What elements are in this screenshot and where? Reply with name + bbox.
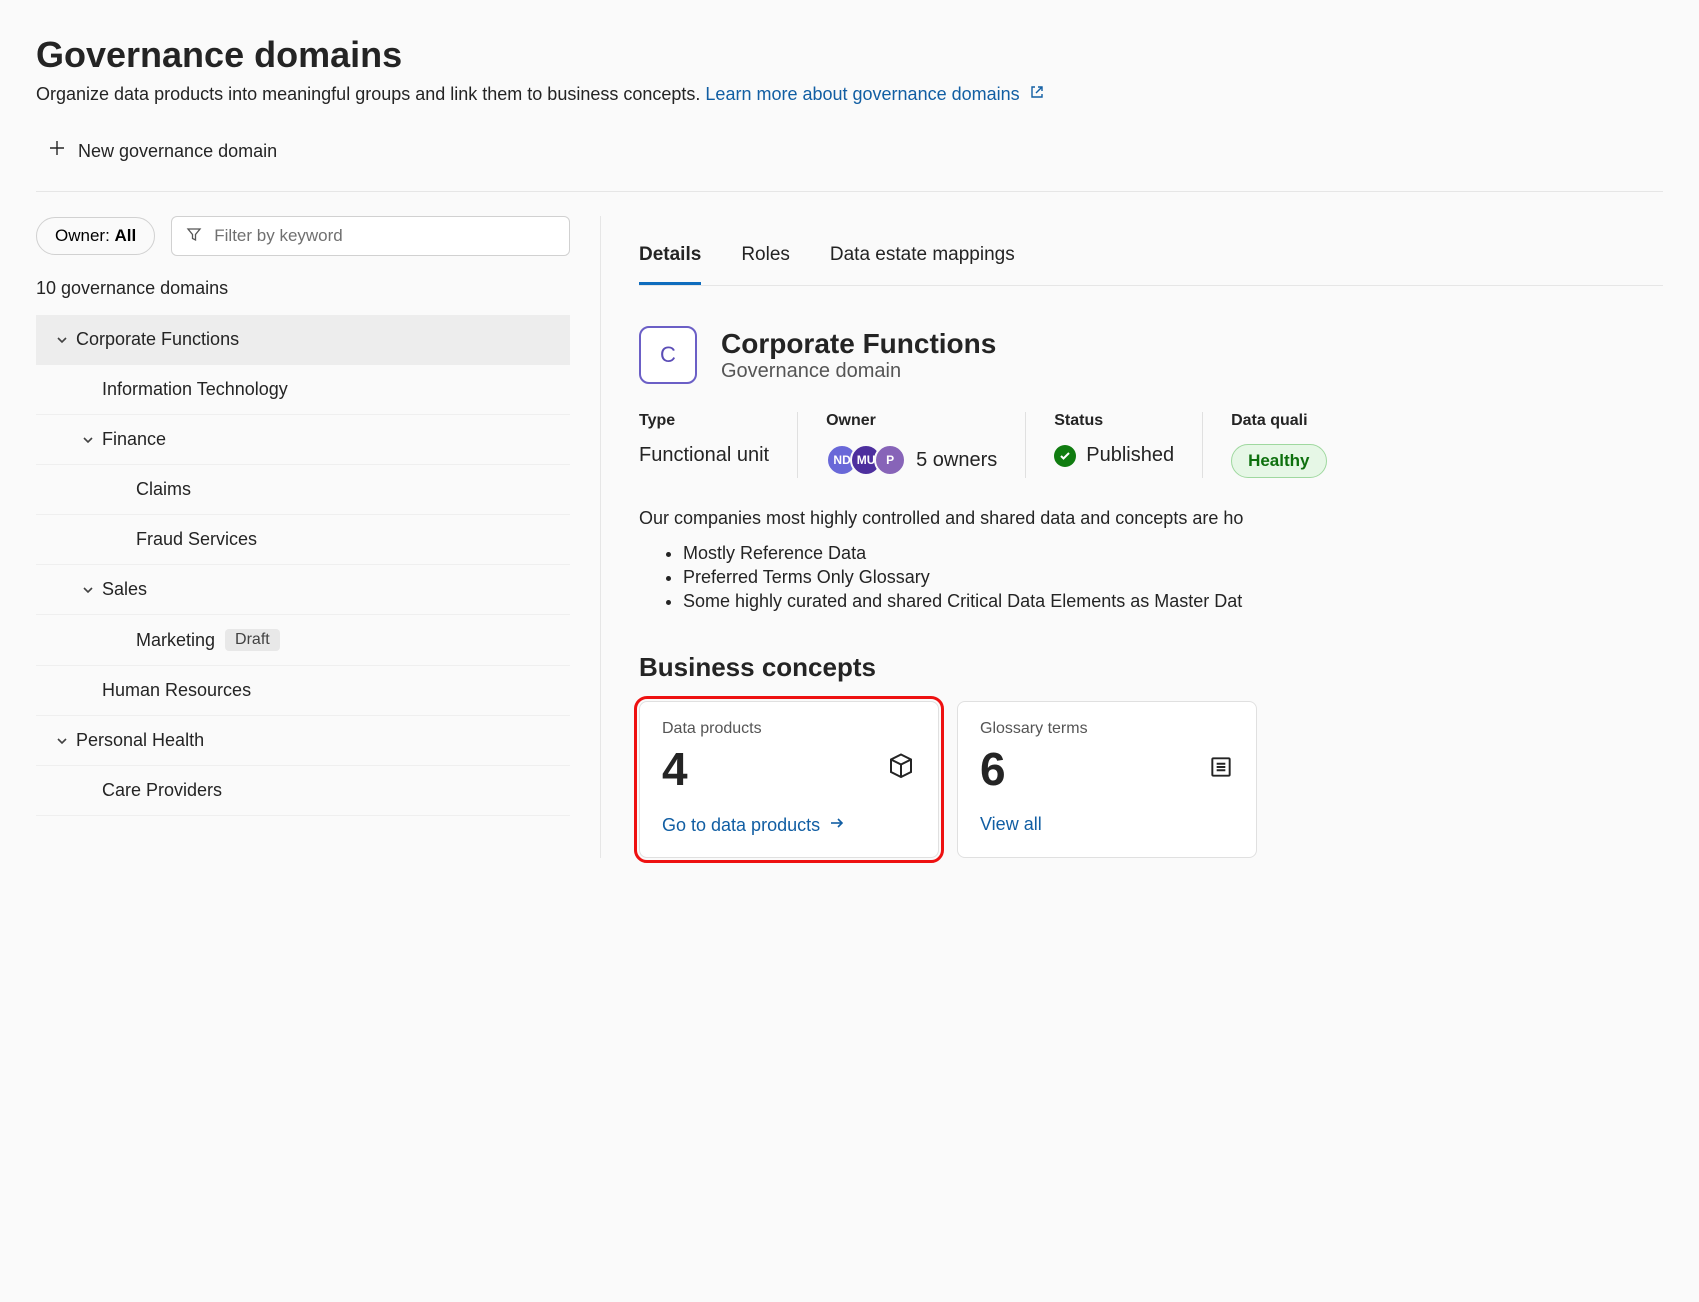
tree-item[interactable]: Sales [36, 565, 570, 615]
domain-title: Corporate Functions [721, 328, 996, 360]
business-concepts-heading: Business concepts [639, 652, 1663, 683]
bullet-item: Some highly curated and shared Critical … [683, 591, 1663, 612]
page-subtitle: Organize data products into meaningful g… [36, 84, 1663, 105]
tab[interactable]: Details [639, 228, 701, 285]
tree-item[interactable]: Finance [36, 415, 570, 465]
tree-item[interactable]: Personal Health [36, 716, 570, 766]
draft-badge: Draft [225, 629, 280, 651]
type-value: Functional unit [639, 444, 769, 467]
bullet-item: Preferred Terms Only Glossary [683, 567, 1663, 588]
card-value: 6 [980, 742, 1006, 796]
tab-bar: Details Roles Data estate mappings [639, 228, 1663, 286]
bullet-item: Mostly Reference Data [683, 543, 1663, 564]
concept-card[interactable]: Glossary terms 6 View all [957, 701, 1257, 858]
plus-icon [48, 139, 66, 163]
data-quality-badge: Healthy [1231, 444, 1326, 478]
chevron-down-icon[interactable] [48, 734, 76, 748]
owner-count: 5 owners [916, 449, 997, 472]
chevron-down-icon[interactable] [48, 333, 76, 347]
tree-item-label: Care Providers [102, 780, 222, 801]
type-label: Type [639, 412, 769, 430]
data-quality-label: Data quali [1231, 412, 1326, 430]
tree-item[interactable]: Human Resources [36, 666, 570, 716]
chevron-down-icon[interactable] [74, 583, 102, 597]
cube-icon [886, 752, 916, 787]
subtitle-text: Organize data products into meaningful g… [36, 84, 700, 104]
tree-item[interactable]: Fraud Services [36, 515, 570, 565]
divider [36, 191, 1663, 192]
tab[interactable]: Roles [741, 228, 790, 285]
page-title: Governance domains [36, 34, 1663, 76]
owner-filter-button[interactable]: Owner: All [36, 217, 155, 255]
owner-avatars[interactable]: NDMUP [826, 444, 906, 476]
arrow-right-icon [828, 814, 846, 837]
tree-item[interactable]: Corporate Functions [36, 315, 570, 365]
filter-keyword-input[interactable] [212, 225, 555, 247]
domain-count-label: 10 governance domains [36, 278, 570, 299]
tree-item[interactable]: Care Providers [36, 766, 570, 816]
tree-item-label: Personal Health [76, 730, 204, 751]
filter-icon [186, 226, 202, 247]
domain-bullets: Mostly Reference Data Preferred Terms Onl… [639, 543, 1663, 612]
tree-item-label: Fraud Services [136, 529, 257, 550]
tree-item-label: Human Resources [102, 680, 251, 701]
domain-initial-badge: C [639, 326, 697, 384]
tree-item[interactable]: Marketing Draft [36, 615, 570, 666]
learn-more-link[interactable]: Learn more about governance domains [705, 84, 1044, 104]
domain-description: Our companies most highly controlled and… [639, 508, 1663, 529]
tree-item-label: Finance [102, 429, 166, 450]
card-link[interactable]: View all [980, 814, 1042, 835]
domain-subtitle: Governance domain [721, 360, 996, 383]
card-label: Data products [662, 720, 916, 738]
status-value: Published [1086, 444, 1174, 467]
concept-card[interactable]: Data products 4 Go to data products [639, 701, 939, 858]
tree-item-label: Information Technology [102, 379, 288, 400]
card-link[interactable]: Go to data products [662, 814, 846, 837]
chevron-down-icon[interactable] [74, 433, 102, 447]
check-icon [1054, 445, 1076, 467]
avatar: P [874, 444, 906, 476]
status-label: Status [1054, 412, 1174, 430]
tab[interactable]: Data estate mappings [830, 228, 1015, 285]
tree-item[interactable]: Claims [36, 465, 570, 515]
tree-item-label: Sales [102, 579, 147, 600]
new-governance-domain-button[interactable]: New governance domain [36, 129, 289, 173]
external-link-icon [1029, 84, 1045, 105]
card-label: Glossary terms [980, 720, 1234, 738]
new-domain-label: New governance domain [78, 141, 277, 162]
tree-item-label: Claims [136, 479, 191, 500]
card-value: 4 [662, 742, 688, 796]
owner-label: Owner [826, 412, 997, 430]
concept-cards: Data products 4 Go to data products Glossa… [639, 701, 1663, 858]
tree-item-label: Marketing [136, 630, 215, 651]
tree-item-label: Corporate Functions [76, 329, 239, 350]
tree-item[interactable]: Information Technology [36, 365, 570, 415]
list-icon [1208, 754, 1234, 785]
filter-input-container[interactable] [171, 216, 570, 256]
domain-tree: Corporate Functions Information Technolog… [36, 315, 570, 816]
